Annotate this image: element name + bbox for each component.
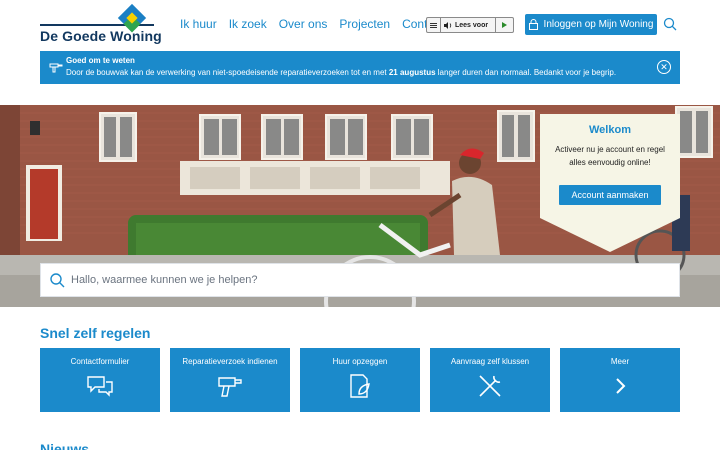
- close-icon: ✕: [660, 61, 668, 72]
- tile-reparatieverzoek[interactable]: Reparatieverzoek indienen: [170, 348, 290, 412]
- notice-close-button[interactable]: ✕: [657, 60, 671, 74]
- readspeaker-play-button[interactable]: [495, 18, 513, 32]
- notice-body-text: Door de bouwvak kan de verwerking van ni…: [66, 68, 389, 77]
- tools-icon: [479, 375, 501, 397]
- menu-icon: [430, 24, 437, 26]
- search-input[interactable]: [71, 274, 651, 286]
- tile-contactformulier[interactable]: Contactformulier: [40, 348, 160, 412]
- notice-body-text-end: langer duren dan normaal. Bedankt voor j…: [435, 68, 617, 77]
- notice-banner: Goed om te weten Door de bouwvak kan de …: [40, 51, 680, 84]
- login-button[interactable]: Inloggen op Mijn Woning: [525, 14, 657, 35]
- tile-label: Meer: [610, 357, 630, 366]
- quick-section-title: Snel zelf regelen: [40, 325, 151, 341]
- welcome-text: Activeer nu je account en regel alles ee…: [555, 145, 665, 167]
- login-label: Inloggen op Mijn Woning: [543, 19, 654, 30]
- tile-label: Reparatieverzoek indienen: [182, 357, 278, 366]
- create-account-button[interactable]: Account aanmaken: [559, 185, 661, 205]
- readspeaker-read-button[interactable]: Lees voor: [441, 21, 495, 29]
- readspeaker-label: Lees voor: [455, 21, 489, 29]
- main-nav: Ik huur Ik zoek Over ons Projecten Conta…: [180, 17, 455, 31]
- nav-item-ik-zoek[interactable]: Ik zoek: [229, 17, 267, 31]
- welcome-callout: Welkom Activeer nu je account en regel a…: [540, 114, 680, 250]
- tile-label: Aanvraag zelf klussen: [450, 357, 530, 366]
- notice-body: Door de bouwvak kan de verwerking van ni…: [66, 68, 616, 77]
- notice-body-date: 21 augustus: [388, 68, 436, 77]
- readspeaker-widget: Lees voor: [426, 17, 514, 33]
- tile-huur-opzeggen[interactable]: Huur opzeggen: [300, 348, 420, 412]
- chevron-right-icon: [616, 378, 626, 394]
- search-icon[interactable]: [663, 17, 677, 31]
- notice-title: Goed om te weten: [66, 56, 135, 65]
- site-header: De Goede Woning Ik huur Ik zoek Over ons…: [0, 0, 720, 50]
- tile-zelf-klussen[interactable]: Aanvraag zelf klussen: [430, 348, 550, 412]
- drill-icon: [218, 377, 242, 397]
- readspeaker-menu-button[interactable]: [427, 18, 441, 32]
- news-section-title: Nieuws: [40, 441, 90, 450]
- play-icon: [502, 22, 507, 28]
- tile-label: Contactformulier: [70, 357, 130, 366]
- logo[interactable]: De Goede Woning: [40, 3, 162, 46]
- welcome-title: Welkom: [589, 124, 631, 136]
- search-icon[interactable]: [49, 272, 65, 288]
- tile-meer[interactable]: Meer: [560, 348, 680, 412]
- speaker-icon: [444, 21, 452, 29]
- nav-item-projecten[interactable]: Projecten: [339, 17, 390, 31]
- lock-icon: [528, 19, 538, 30]
- chat-bubbles-icon: [87, 376, 113, 397]
- hero-search-bar: [40, 263, 680, 297]
- document-leaf-icon: [350, 374, 370, 398]
- drill-icon: [49, 63, 63, 73]
- logo-text: De Goede Woning: [40, 28, 162, 44]
- nav-item-ik-huur[interactable]: Ik huur: [180, 17, 217, 31]
- tile-label: Huur opzeggen: [332, 357, 388, 366]
- nav-item-over-ons[interactable]: Over ons: [279, 17, 328, 31]
